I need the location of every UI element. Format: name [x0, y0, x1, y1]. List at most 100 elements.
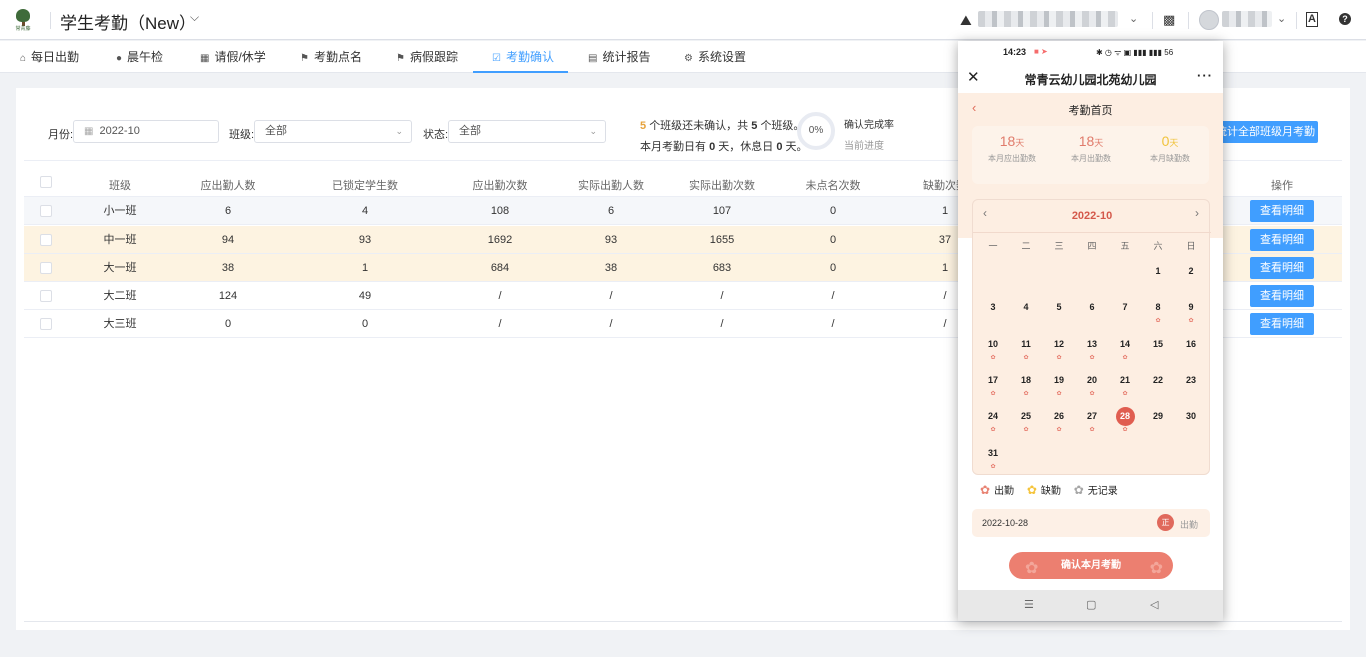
calendar-day[interactable]: 17 ✿ — [978, 371, 1008, 401]
calendar-day[interactable]: 21 ✿ — [1110, 371, 1140, 401]
calendar-day[interactable]: 20 ✿ — [1077, 371, 1107, 401]
avatar[interactable] — [1199, 10, 1219, 30]
status-select[interactable]: 全部 ⌄ — [448, 120, 606, 143]
calendar-day[interactable]: 3 — [978, 298, 1008, 328]
pin-icon: ● — [116, 53, 123, 64]
calendar-day[interactable]: 9 ✿ — [1176, 298, 1206, 328]
calendar-day[interactable]: 13 ✿ — [1077, 335, 1107, 365]
calendar-day[interactable]: 2 — [1176, 262, 1206, 292]
qrcode-icon[interactable]: ▩ — [1163, 12, 1175, 28]
status-badge: 正 — [1157, 514, 1174, 531]
paw-red-icon: ✿ — [1023, 354, 1029, 361]
calendar-day[interactable]: 10 ✿ — [978, 335, 1008, 365]
selected-date-row[interactable]: 2022-10-28 正 出勤 — [972, 509, 1210, 537]
tab-settings[interactable]: ⚙ 系统设置 — [684, 41, 746, 73]
th-actual-times: 实际出勤次数 — [689, 180, 755, 192]
confirm-month-button[interactable]: ✿ 确认本月考勤 ✿ — [1009, 552, 1173, 579]
calendar-day[interactable]: 30 — [1176, 407, 1206, 437]
app-title[interactable]: 学生考勤（New） — [60, 9, 196, 34]
phone-subtitle: 考勤首页 — [1068, 105, 1113, 117]
calendar-day[interactable]: 1 — [1143, 262, 1173, 292]
tab-morning-check[interactable]: ● 晨午检 — [116, 41, 163, 73]
calendar-day[interactable]: 5 — [1044, 298, 1074, 328]
tab-sick-tracking[interactable]: ⚑ 病假跟踪 — [396, 41, 458, 73]
calendar-day[interactable]: 6 — [1077, 298, 1107, 328]
tab-roll-call[interactable]: ⚑ 考勤点名 — [300, 41, 362, 73]
tab-statistics[interactable]: ▤ 统计报告 — [588, 41, 650, 73]
school-name-blurred — [978, 11, 1118, 27]
calendar-day-number: 31 — [987, 447, 998, 458]
calendar-day[interactable]: 19 ✿ — [1044, 371, 1074, 401]
view-detail-button[interactable]: 查看明细 — [1250, 257, 1314, 279]
calendar-month: 2022-10 — [1071, 210, 1113, 222]
calendar-day[interactable]: 12 ✿ — [1044, 335, 1074, 365]
calendar-day[interactable]: 8 ✿ — [1143, 298, 1173, 328]
home-square-icon[interactable]: ▢ — [1086, 598, 1096, 611]
chevron-down-icon[interactable]: ⌄ — [1129, 12, 1138, 25]
calendar-day[interactable]: 25 ✿ — [1011, 407, 1041, 437]
calendar-day[interactable]: 24 ✿ — [978, 407, 1008, 437]
menu-icon[interactable]: ☰ — [1024, 598, 1034, 611]
question-icon[interactable]: ? — [1339, 13, 1351, 25]
row-checkbox[interactable] — [40, 205, 52, 217]
user-name-blurred — [1222, 11, 1272, 27]
paw-red-icon: ✿ — [1122, 354, 1128, 361]
calendar-day[interactable]: 28 ✿ — [1110, 407, 1140, 437]
calendar-day[interactable]: 22 — [1143, 371, 1173, 401]
calendar-day[interactable]: 16 — [1176, 335, 1206, 365]
view-detail-button[interactable]: 查看明细 — [1250, 229, 1314, 251]
calendar-day[interactable]: 29 — [1143, 407, 1173, 437]
active-tab-indicator — [473, 71, 568, 73]
tab-leave[interactable]: ▦ 请假/休学 — [200, 41, 266, 73]
logo-text: 常青藤 — [15, 26, 31, 32]
calendar-day[interactable]: 18 ✿ — [1011, 371, 1041, 401]
view-detail-button[interactable]: 查看明细 — [1250, 313, 1314, 335]
school-icon[interactable]: ⛰ — [960, 12, 972, 29]
calendar-day[interactable]: 15 — [1143, 335, 1173, 365]
weekday-label: 三 — [1054, 241, 1064, 251]
translate-icon[interactable]: A — [1306, 12, 1318, 27]
row-checkbox[interactable] — [40, 234, 52, 246]
calendar-day[interactable]: 7 — [1110, 298, 1140, 328]
row-checkbox[interactable] — [40, 318, 52, 330]
calendar-day[interactable]: 31 ✿ — [978, 444, 1008, 474]
calendar-day-number: 21 — [1119, 374, 1130, 385]
stats-card: 18天 本月应出勤数 18天 本月出勤数 0天 本月缺勤数 — [972, 126, 1209, 184]
calendar-day[interactable]: 26 ✿ — [1044, 407, 1074, 437]
paw-yellow-icon: ✿ — [1026, 483, 1037, 497]
chevron-down-icon[interactable]: ⌵ — [190, 10, 199, 25]
paw-red-icon: ✿ — [980, 483, 991, 497]
calendar-day[interactable]: 27 ✿ — [1077, 407, 1107, 437]
tab-attendance-confirm[interactable]: ☑ 考勤确认 — [492, 41, 554, 73]
calendar-day[interactable]: 14 ✿ — [1110, 335, 1140, 365]
calendar-day[interactable]: 4 — [1011, 298, 1041, 328]
phone-title-bar: ✕ 常青云幼儿园北苑幼儿园 ··· — [958, 63, 1223, 93]
month-picker[interactable]: ▦ 2022-10 — [73, 120, 219, 143]
back-triangle-icon[interactable]: ◁ — [1150, 598, 1158, 611]
rate-sub: 当前进度 — [844, 141, 884, 152]
stat-attended: 18天 本月出勤数 — [1071, 133, 1111, 163]
calendar-day-number: 13 — [1086, 338, 1097, 349]
view-detail-button[interactable]: 查看明细 — [1250, 200, 1314, 222]
row-checkbox[interactable] — [40, 262, 52, 274]
calendar-day-number: 30 — [1185, 411, 1196, 422]
view-detail-button[interactable]: 查看明细 — [1250, 285, 1314, 307]
calendar-day-number: 2 — [1188, 266, 1194, 276]
calendar-day-number: 17 — [987, 374, 998, 385]
phone-title: 常青云幼儿园北苑幼儿园 — [1024, 73, 1157, 87]
paw-gray-icon: ✿ — [1073, 483, 1084, 497]
paw-red-icon: ✿ — [1056, 427, 1062, 434]
select-all-checkbox[interactable] — [40, 176, 52, 188]
chevron-down-icon[interactable]: ⌄ — [1277, 12, 1286, 25]
chevron-right-icon[interactable]: › — [1195, 206, 1199, 220]
export-month-button[interactable]: 统计全部班级月考勤 — [1216, 121, 1318, 143]
paw-red-icon: ✿ — [1122, 427, 1128, 434]
tab-daily-attendance[interactable]: ⌂ 每日出勤 — [20, 41, 79, 73]
more-icon[interactable]: ··· — [1197, 68, 1213, 83]
calendar-day[interactable]: 11 ✿ — [1011, 335, 1041, 365]
calendar-day[interactable]: 23 — [1176, 371, 1206, 401]
app-logo[interactable]: 常青藤 — [12, 9, 34, 33]
row-checkbox[interactable] — [40, 290, 52, 302]
class-select[interactable]: 全部 ⌄ — [254, 120, 412, 143]
tree-logo-icon — [16, 9, 30, 22]
